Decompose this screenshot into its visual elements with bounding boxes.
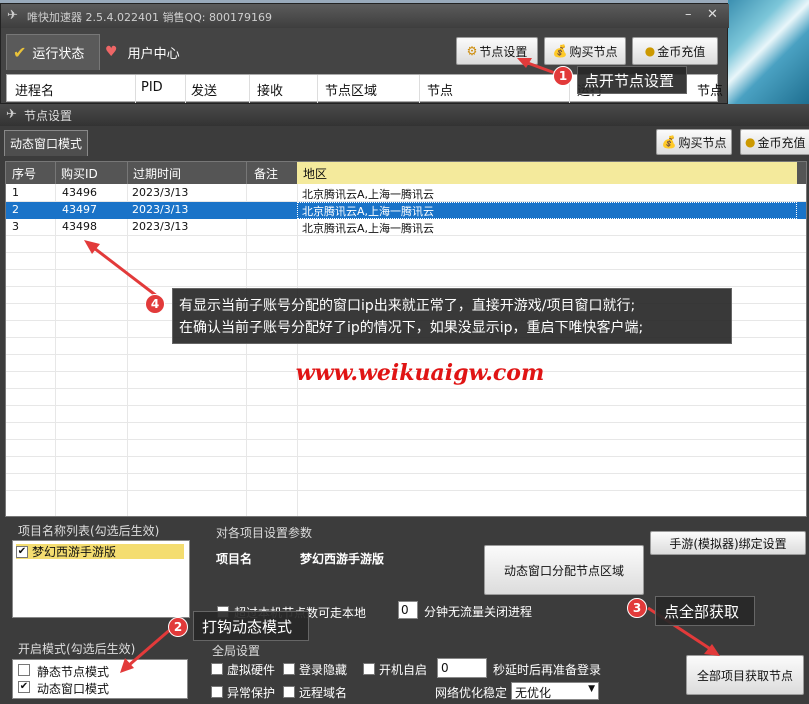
callout-badge-3: 3 bbox=[627, 598, 647, 618]
callout-3: 点全部获取 bbox=[655, 596, 755, 626]
callout-badge-1: 1 bbox=[553, 66, 573, 86]
callout-2: 打钩动态模式 bbox=[193, 611, 309, 641]
watermark: www.weikuaigw.com bbox=[295, 360, 545, 386]
callout-badge-4: 4 bbox=[145, 294, 165, 314]
callout-badge-2: 2 bbox=[168, 617, 188, 637]
callout-1: 点开节点设置 bbox=[577, 66, 687, 94]
callout-4: 有显示当前子账号分配的窗口ip出来就正常了，直接开游戏/项目窗口就行; 在确认当… bbox=[172, 288, 732, 344]
